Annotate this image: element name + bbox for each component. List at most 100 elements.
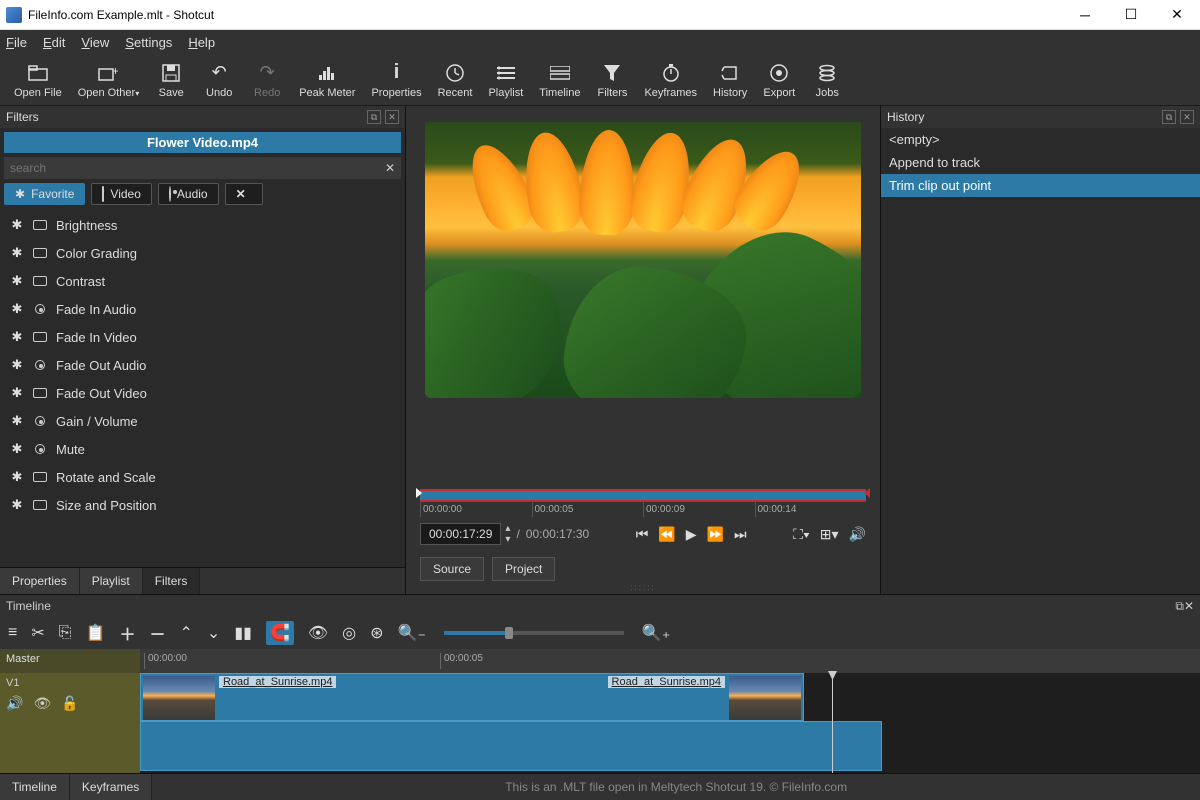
menu-view[interactable]: View	[81, 35, 109, 50]
list-item[interactable]: ✱Fade Out Audio	[0, 351, 405, 379]
properties-button[interactable]: iProperties	[363, 56, 429, 104]
tab-source[interactable]: Source	[420, 557, 484, 581]
hide-icon[interactable]: 👁	[33, 695, 51, 712]
scrub-icon[interactable]: 👁	[308, 623, 328, 643]
lift-icon[interactable]: ⌃	[180, 623, 193, 643]
search-input[interactable]	[4, 157, 379, 179]
filters-list[interactable]: ✱Brightness ✱Color Grading ✱Contrast ✱Fa…	[0, 211, 405, 567]
close-button[interactable]: ✕	[1154, 0, 1200, 30]
tab-video[interactable]: Video	[91, 183, 151, 205]
resize-handle[interactable]: ::::::	[406, 581, 880, 594]
menu-file[interactable]: File	[6, 35, 27, 50]
snap-icon[interactable]: 🧲	[266, 621, 294, 645]
history-button[interactable]: History	[705, 56, 755, 104]
tab-favorite[interactable]: ✱Favorite	[4, 183, 85, 205]
menu-help[interactable]: Help	[188, 35, 215, 50]
timeline-clip[interactable]	[140, 721, 882, 771]
close-panel-icon[interactable]: ✕	[1184, 599, 1194, 613]
tab-close[interactable]: ✕	[225, 183, 263, 205]
undock-icon[interactable]: ⧉	[367, 110, 381, 124]
menu-settings[interactable]: Settings	[125, 35, 172, 50]
video-preview[interactable]	[425, 122, 861, 398]
filters-button[interactable]: Filters	[588, 56, 636, 104]
timeline-button[interactable]: Timeline	[531, 56, 588, 104]
list-item[interactable]: ✱Fade In Video	[0, 323, 405, 351]
list-item[interactable]: ✱Brightness	[0, 211, 405, 239]
add-icon[interactable]: ＋	[119, 621, 135, 645]
tab-audio[interactable]: Audio	[158, 183, 219, 205]
split-icon[interactable]: ▮▮	[234, 623, 252, 643]
tab-filters[interactable]: Filters	[143, 568, 201, 594]
rewind-icon[interactable]: ⏪	[658, 526, 675, 543]
mute-icon[interactable]: 🔊	[6, 695, 23, 712]
ripple-all-icon[interactable]: ⊛	[370, 623, 383, 643]
menu-edit[interactable]: Edit	[43, 35, 65, 50]
save-button[interactable]: Save	[147, 56, 195, 104]
maximize-button[interactable]: ☐	[1108, 0, 1154, 30]
master-track[interactable]: Master	[0, 649, 140, 673]
zoom-slider[interactable]	[444, 631, 624, 635]
list-item[interactable]: ✱Contrast	[0, 267, 405, 295]
skip-start-icon[interactable]: ⏮	[636, 526, 649, 543]
tab-properties[interactable]: Properties	[0, 568, 80, 594]
export-button[interactable]: Export	[755, 56, 803, 104]
timeline-header: Timeline ⧉ ✕	[0, 595, 1200, 617]
track-header-v1[interactable]: V1 🔊 👁 🔓	[0, 673, 140, 773]
scrubber[interactable]: 00:00:00 00:00:05 00:00:09 00:00:14	[420, 489, 866, 517]
lock-icon[interactable]: 🔓	[61, 695, 78, 712]
redo-button[interactable]: ↷Redo	[243, 56, 291, 104]
undock-icon[interactable]: ⧉	[1162, 110, 1176, 124]
video-type-icon	[32, 500, 48, 510]
playhead[interactable]	[832, 673, 833, 773]
history-item[interactable]: Trim clip out point	[881, 174, 1200, 197]
clear-search-icon[interactable]: ✕	[379, 157, 401, 179]
tab-playlist[interactable]: Playlist	[80, 568, 143, 594]
tab-keyframes[interactable]: Keyframes	[70, 774, 152, 800]
skip-end-icon[interactable]: ⏭	[734, 526, 747, 543]
zoom-options-icon[interactable]: ⛶▾	[793, 526, 810, 543]
timeline-ruler[interactable]: 00:00:00 00:00:05	[140, 649, 1200, 673]
recent-button[interactable]: Recent	[430, 56, 481, 104]
close-panel-icon[interactable]: ✕	[1180, 110, 1194, 124]
list-item[interactable]: ✱Color Grading	[0, 239, 405, 267]
list-item[interactable]: ✱Rotate and Scale	[0, 463, 405, 491]
timeline-tracks[interactable]: 00:00:00 00:00:05 Road_at_Sunrise.mp4 Ro…	[140, 649, 1200, 773]
list-item[interactable]: ✱Mute	[0, 435, 405, 463]
paste-icon[interactable]: 📋	[86, 623, 106, 643]
openother-button[interactable]: +Open Other▾	[70, 56, 148, 104]
jobs-button[interactable]: Jobs	[803, 56, 851, 104]
tab-project[interactable]: Project	[492, 557, 555, 581]
history-item[interactable]: <empty>	[881, 128, 1200, 151]
grid-icon[interactable]: ⊞▾	[820, 526, 839, 543]
menu-icon[interactable]: ≡	[8, 624, 17, 642]
keyframes-button[interactable]: Keyframes	[636, 56, 705, 104]
volume-icon[interactable]: 🔊	[849, 526, 866, 543]
ripple-icon[interactable]: ◎	[342, 623, 356, 643]
history-item[interactable]: Append to track	[881, 151, 1200, 174]
list-item[interactable]: ✱Fade In Audio	[0, 295, 405, 323]
timeline-panel: Timeline ⧉ ✕ ≡ ✂ ⎘ 📋 ＋ － ⌃ ⌄ ▮▮ 🧲 👁 ◎ ⊛ …	[0, 594, 1200, 800]
undo-button[interactable]: ↶Undo	[195, 56, 243, 104]
star-icon: ✱	[8, 245, 26, 261]
openfile-button[interactable]: Open File	[6, 56, 70, 104]
zoom-in-icon[interactable]: 🔍₊	[642, 623, 670, 643]
list-item[interactable]: ✱Size and Position	[0, 491, 405, 519]
timeline-clip[interactable]: Road_at_Sunrise.mp4 Road_at_Sunrise.mp4	[140, 673, 804, 721]
overwrite-icon[interactable]: ⌄	[207, 623, 220, 643]
playlist-button[interactable]: Playlist	[480, 56, 531, 104]
tab-timeline[interactable]: Timeline	[0, 774, 70, 800]
copy-icon[interactable]: ⎘	[59, 624, 72, 642]
cut-icon[interactable]: ✂	[31, 623, 44, 643]
forward-icon[interactable]: ⏩	[707, 526, 724, 543]
play-icon[interactable]: ▶	[686, 526, 697, 543]
zoom-out-icon[interactable]: 🔍₋	[398, 623, 426, 643]
remove-icon[interactable]: －	[150, 621, 166, 645]
peakmeter-button[interactable]: Peak Meter	[291, 56, 363, 104]
undock-icon[interactable]: ⧉	[1175, 599, 1184, 614]
timecode[interactable]: 00:00:17:29	[420, 523, 501, 545]
stepper-icon[interactable]: ▴▾	[505, 523, 510, 545]
close-panel-icon[interactable]: ✕	[385, 110, 399, 124]
list-item[interactable]: ✱Gain / Volume	[0, 407, 405, 435]
minimize-button[interactable]: ─	[1062, 0, 1108, 30]
list-item[interactable]: ✱Fade Out Video	[0, 379, 405, 407]
